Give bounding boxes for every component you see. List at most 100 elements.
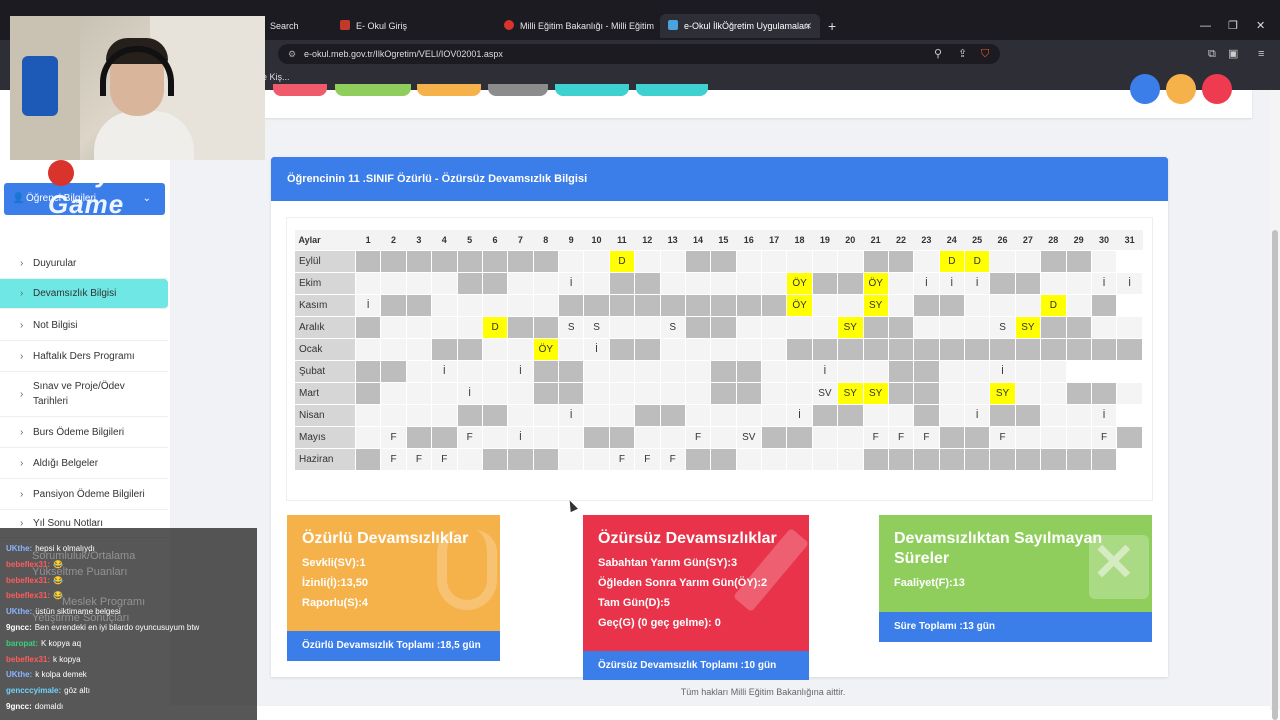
day-cell (1014, 403, 1042, 427)
day-cell: S (557, 315, 585, 339)
day-column-header: 19 (812, 230, 838, 250)
day-cell (1116, 249, 1143, 273)
scrollbar-thumb[interactable] (1272, 230, 1278, 720)
day-cell (887, 293, 915, 317)
day-cell (608, 381, 636, 405)
close-tab-icon[interactable]: ✕ (804, 14, 812, 38)
day-cell (1065, 337, 1092, 361)
day-cell (786, 381, 813, 405)
day-column-header: 18 (786, 230, 813, 250)
nav-circle-blue[interactable] (1130, 74, 1160, 104)
sidebar-item-not[interactable]: › Not Bilgisi (0, 310, 168, 341)
day-cell: İ (507, 359, 534, 383)
extensions-icon[interactable]: ⧉ (1208, 44, 1216, 64)
chat-text: üstün siktimame belgesi (35, 607, 121, 617)
nav-pill-green[interactable] (335, 84, 411, 96)
bookmark-item[interactable]: e Kiş... (262, 72, 290, 82)
day-cell (405, 293, 433, 317)
nav-pill-teal-2[interactable] (636, 84, 708, 96)
sidebar-item-sinav-tarihleri[interactable]: › Sınav ve Proje/Ödev Tarihleri (0, 372, 168, 417)
day-cell (710, 293, 737, 317)
day-cell: D (481, 315, 509, 339)
chat-message: bebeflex31: k kopya (6, 655, 81, 664)
chevron-right-icon: › (20, 426, 24, 438)
chat-text: Ben evrendeki en iyi bilardo oyuncusuyum… (34, 623, 200, 632)
tab-eokul-giris[interactable]: E- Okul Giriş (332, 14, 492, 38)
day-cell (887, 271, 915, 295)
day-cell (431, 293, 458, 317)
day-cell (354, 359, 382, 383)
close-window-icon[interactable]: ✕ (1256, 14, 1265, 38)
sidebar-item-duyurular[interactable]: › Duyurular (0, 248, 168, 279)
table-row: Ekim İ ÖY ÖY İ İ İ İ İ (294, 271, 1143, 295)
day-cell (1090, 447, 1118, 471)
day-column-header: 5 (457, 230, 483, 250)
nav-pill-gray[interactable] (488, 84, 548, 96)
day-cell (659, 359, 686, 383)
nav-circle-red[interactable] (1202, 74, 1232, 104)
day-cell (1116, 425, 1143, 449)
day-cell (837, 271, 864, 295)
new-tab-button[interactable]: + (828, 14, 836, 38)
site-info-icon[interactable]: ⚙ (288, 44, 296, 64)
day-cell: İ (557, 403, 585, 427)
day-cell: F (405, 447, 433, 471)
day-cell (989, 271, 1016, 295)
tab-search[interactable]: Search (262, 14, 332, 38)
day-cell (710, 359, 737, 383)
nav-pill-orange[interactable] (417, 84, 481, 96)
day-cell (837, 249, 864, 273)
day-cell (583, 271, 610, 295)
day-cell: D (1040, 293, 1067, 317)
nav-pill-teal[interactable] (555, 84, 629, 96)
tab-eokul-app[interactable]: e-Okul İlkÖğretim Uygulamaları ✕ (660, 14, 820, 38)
tab-meb[interactable]: Milli Eğitim Bakanlığı - Milli Eğitim Ba (496, 14, 656, 38)
day-column-header: 12 (634, 230, 660, 250)
day-cell (405, 271, 433, 295)
share-icon[interactable]: ⇪ (958, 44, 967, 64)
day-cell (354, 315, 382, 339)
minimize-icon[interactable]: — (1200, 14, 1211, 38)
day-column-header: 4 (431, 230, 457, 250)
sidebar-item-belgeler[interactable]: › Aldığı Belgeler (0, 448, 168, 479)
day-cell (608, 271, 636, 295)
sidebar-item-ders-programi[interactable]: › Haftalık Ders Programı (0, 341, 168, 372)
zoom-icon[interactable]: ⚲ (934, 44, 942, 64)
day-cell (1014, 293, 1042, 317)
nav-circle-orange[interactable] (1166, 74, 1196, 104)
url-field[interactable]: ⚙ e-okul.meb.gov.tr/IlkOgretim/VELI/IOV02… (278, 44, 1000, 64)
table-row: Aralık D S S S SY S SY (294, 315, 1143, 339)
day-cell (1090, 381, 1118, 405)
tab-label: Search (270, 21, 299, 31)
day-cell (1065, 403, 1092, 427)
wallet-icon[interactable]: ▣ (1228, 44, 1238, 64)
url-text: e-okul.meb.gov.tr/IlkOgretim/VELI/IOV020… (304, 49, 503, 59)
brave-shield-icon[interactable]: ⛉ (981, 44, 989, 64)
day-cell (557, 359, 585, 383)
page-scrollbar[interactable] (1270, 90, 1280, 720)
day-cell (634, 359, 661, 383)
restore-icon[interactable]: ❐ (1228, 14, 1238, 38)
sidebar-item-devamsizlik[interactable]: › Devamsızlık Bilgisi (0, 279, 168, 309)
excused-line: Sevkli(SV):1 (302, 557, 366, 569)
day-cell (583, 359, 610, 383)
sidebar-item-pansiyon[interactable]: › Pansiyon Ödeme Bilgileri (0, 479, 168, 510)
chat-text: K kopya aq (41, 638, 82, 648)
nav-pill-red[interactable] (273, 84, 327, 96)
day-column-header: 7 (507, 230, 534, 250)
attendance-table: Aylar 1 2 3 4 5 6 7 8 9 10 11 12 13 14 15 16 17 18 19 20 21 22… (294, 230, 1143, 471)
menu-icon[interactable]: ≡ (1258, 44, 1264, 64)
chat-username: 9gncc: (6, 702, 32, 711)
day-cell: İ (431, 359, 458, 383)
day-cell (913, 249, 940, 273)
day-cell (532, 359, 560, 383)
day-column-header: 6 (482, 230, 508, 250)
day-cell (887, 381, 915, 405)
sidebar-item-burs[interactable]: › Burs Ödeme Bilgileri (0, 417, 168, 448)
day-cell (862, 337, 889, 361)
day-column-header: 22 (888, 230, 914, 250)
day-cell (507, 337, 534, 361)
day-cell (684, 315, 712, 339)
top-nav-card (265, 74, 1252, 118)
day-cell (431, 315, 458, 339)
